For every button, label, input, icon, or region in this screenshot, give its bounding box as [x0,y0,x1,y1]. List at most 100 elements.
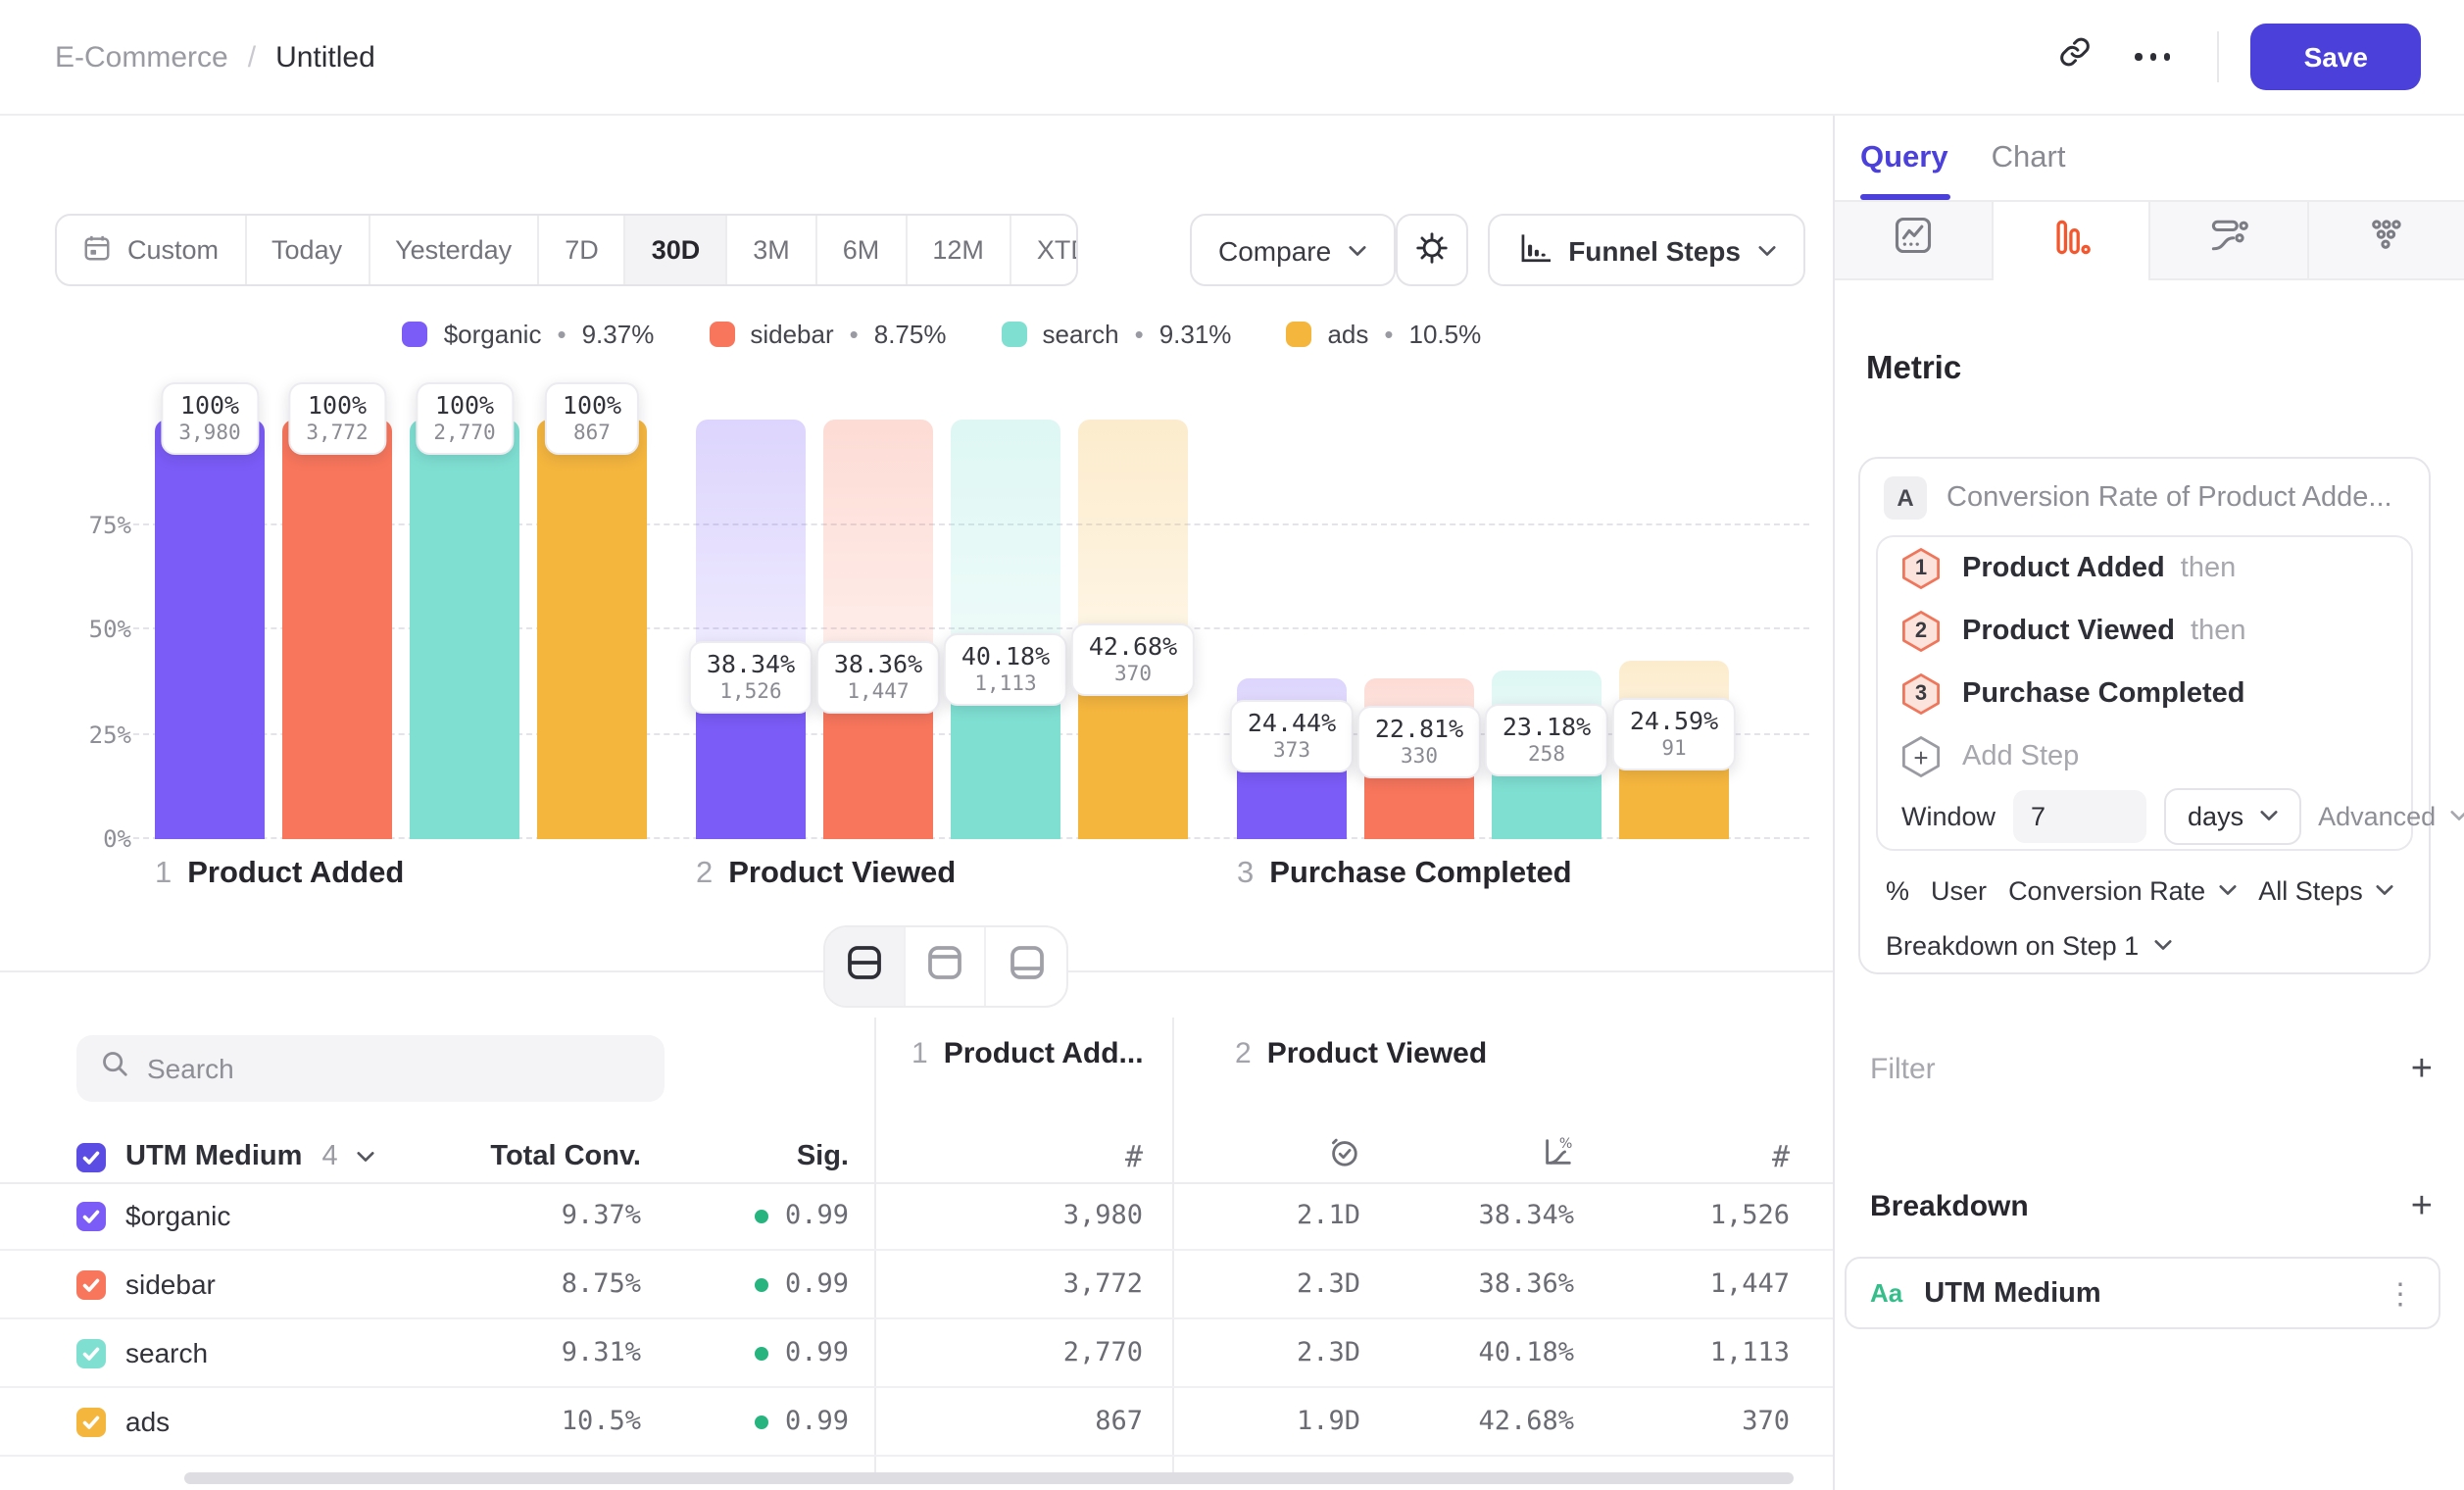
total-conv-header[interactable]: Total Conv. [353,1131,641,1182]
cell-sig: 0.99 [653,1319,849,1386]
step-axis-label-3: 3Purchase Completed [1237,857,1572,892]
save-button[interactable]: Save [2251,24,2421,90]
legend-separator: • [1135,320,1144,349]
bar-ads-step1[interactable] [537,420,647,839]
step-then-label: then [2191,616,2245,647]
s2_count-value: 1,447 [1710,1268,1790,1300]
chart-type-label: Funnel Steps [1568,234,1741,266]
bar-count: 1,113 [961,672,1050,696]
cell-avg_time: 1.9D [1184,1388,1360,1455]
cell-avg_time: 2.3D [1184,1319,1360,1386]
add-step-button[interactable]: + Add Step [1901,725,2395,788]
step1-count-header[interactable]: # [892,1131,1143,1182]
row-checkbox[interactable] [76,1338,106,1367]
measure-%[interactable]: % [1886,875,1909,905]
step2-count-header[interactable]: # [1613,1131,1790,1182]
window-unit-dropdown[interactable]: days [2164,787,2300,844]
layout-chart-only-button[interactable] [906,927,986,1006]
range-tab-yesterday[interactable]: Yesterday [370,216,539,284]
range-tab-xtd[interactable]: XTD [1011,216,1077,284]
table-row-organic[interactable]: $organic9.37%0.993,9802.1D38.34%1,526 [0,1182,1833,1251]
cell-s2_count: 370 [1613,1388,1790,1455]
bar-count: 258 [1503,744,1591,768]
range-tab-custom[interactable]: Custom [57,216,246,284]
range-tab-30d[interactable]: 30D [626,216,728,284]
table-row-ads[interactable]: ads10.5%0.998671.9D42.68%370 [0,1388,1833,1457]
chart-type-selector[interactable]: Funnel Steps [1488,214,1805,286]
table-row-search[interactable]: search9.31%0.992,7702.3D40.18%1,113 [0,1319,1833,1388]
range-tab-12m[interactable]: 12M [907,216,1011,284]
kebab-menu-icon[interactable]: ⋮ [2386,1275,2415,1311]
bar-organic-step1[interactable] [155,420,265,839]
row-label-cell: ads [76,1388,170,1455]
legend-item-search[interactable]: search•9.31% [1002,320,1232,349]
range-tab-6m[interactable]: 6M [817,216,908,284]
range-tab-today[interactable]: Today [246,216,370,284]
tab-scatter-chart[interactable] [2308,202,2464,280]
y-axis-tick: 25% [33,720,131,748]
bar-count: 1,447 [834,680,922,704]
bar-count: 330 [1375,745,1463,769]
range-tab-label: Yesterday [395,235,512,265]
bar-sidebar-step1[interactable] [282,420,392,839]
query-step-3[interactable]: 3Purchase Completed [1901,663,2395,725]
range-tab-7d[interactable]: 7D [539,216,626,284]
tab-flow-chart[interactable] [2150,202,2308,280]
row-checkbox[interactable] [76,1407,106,1436]
share-link-button[interactable] [2042,24,2108,90]
query-step-1[interactable]: 1Product Addedthen [1901,537,2395,600]
top-bar: E-Commerce / Untitled Save [0,0,2464,116]
tab-query[interactable]: Query [1860,140,1948,175]
metric-title-row[interactable]: A Conversion Rate of Product Adde... [1884,474,2409,522]
window-value-input[interactable] [2013,789,2146,842]
step-axis-label-1: 1Product Added [155,857,404,892]
step-number: 1 [155,857,172,892]
chart-settings-button[interactable] [1396,214,1468,286]
breakdown-property-card[interactable]: Aa UTM Medium ⋮ [1845,1257,2440,1329]
row-checkbox[interactable] [76,1201,106,1230]
legend-label: $organic [444,320,542,349]
more-options-button[interactable] [2120,24,2187,90]
sig-header[interactable]: Sig. [653,1131,849,1182]
layout-split-button[interactable] [825,927,906,1006]
tab-chart[interactable]: Chart [1992,140,2066,175]
measure-all-steps[interactable]: All Steps [2258,875,2394,905]
measure-user[interactable]: User [1931,875,1987,905]
tab-line-chart[interactable] [1835,202,1993,280]
range-tab-3m[interactable]: 3M [727,216,817,284]
chevron-down-icon [2219,884,2237,896]
s1_count-value: 3,980 [1063,1200,1143,1231]
legend-item-organic[interactable]: $organic•9.37% [403,320,655,349]
measure-label: All Steps [2258,875,2363,905]
funnel-bars-icon [2049,215,2093,268]
avg-time-header[interactable] [1184,1131,1360,1182]
legend-item-ads[interactable]: ads•10.5% [1286,320,1481,349]
add-filter-button[interactable]: + [2411,1050,2433,1087]
bar-pct: 42.68% [1089,630,1177,660]
bar-search-step1[interactable] [410,420,519,839]
s2_count-value: 1,526 [1710,1200,1790,1231]
range-tab-label: 12M [932,235,984,265]
add-breakdown-button[interactable]: + [2411,1187,2433,1224]
breadcrumb-project[interactable]: E-Commerce [55,40,228,74]
legend-item-sidebar[interactable]: sidebar•8.75% [709,320,946,349]
search-input[interactable] [147,1053,641,1084]
bar-count: 3,980 [178,422,240,445]
breakdown-on-step-dropdown[interactable]: Breakdown on Step 1 [1886,925,2172,965]
filter-label: Filter [1870,1052,1936,1085]
table-row-sidebar[interactable]: sidebar8.75%0.993,7722.3D38.36%1,447 [0,1251,1833,1319]
step-hexagon-badge: 3 [1901,672,1941,716]
tab-funnel-chart[interactable] [1993,202,2150,280]
row-checkbox[interactable] [76,1269,106,1299]
layout-table-only-button[interactable] [986,927,1066,1006]
breadcrumb-page-title[interactable]: Untitled [275,40,375,74]
horizontal-scrollbar[interactable] [184,1472,1794,1484]
group-column-header[interactable]: UTM Medium 4 [76,1131,375,1182]
compare-button[interactable]: Compare [1189,214,1396,286]
query-step-2[interactable]: 2Product Viewedthen [1901,600,2395,663]
advanced-dropdown[interactable]: Advanced [2318,801,2464,830]
conv-rate-header[interactable]: % [1398,1131,1574,1182]
measure-conversion-rate[interactable]: Conversion Rate [2008,875,2237,905]
metric-name: Conversion Rate of Product Adde... [1947,482,2392,514]
select-all-checkbox[interactable] [76,1142,106,1171]
